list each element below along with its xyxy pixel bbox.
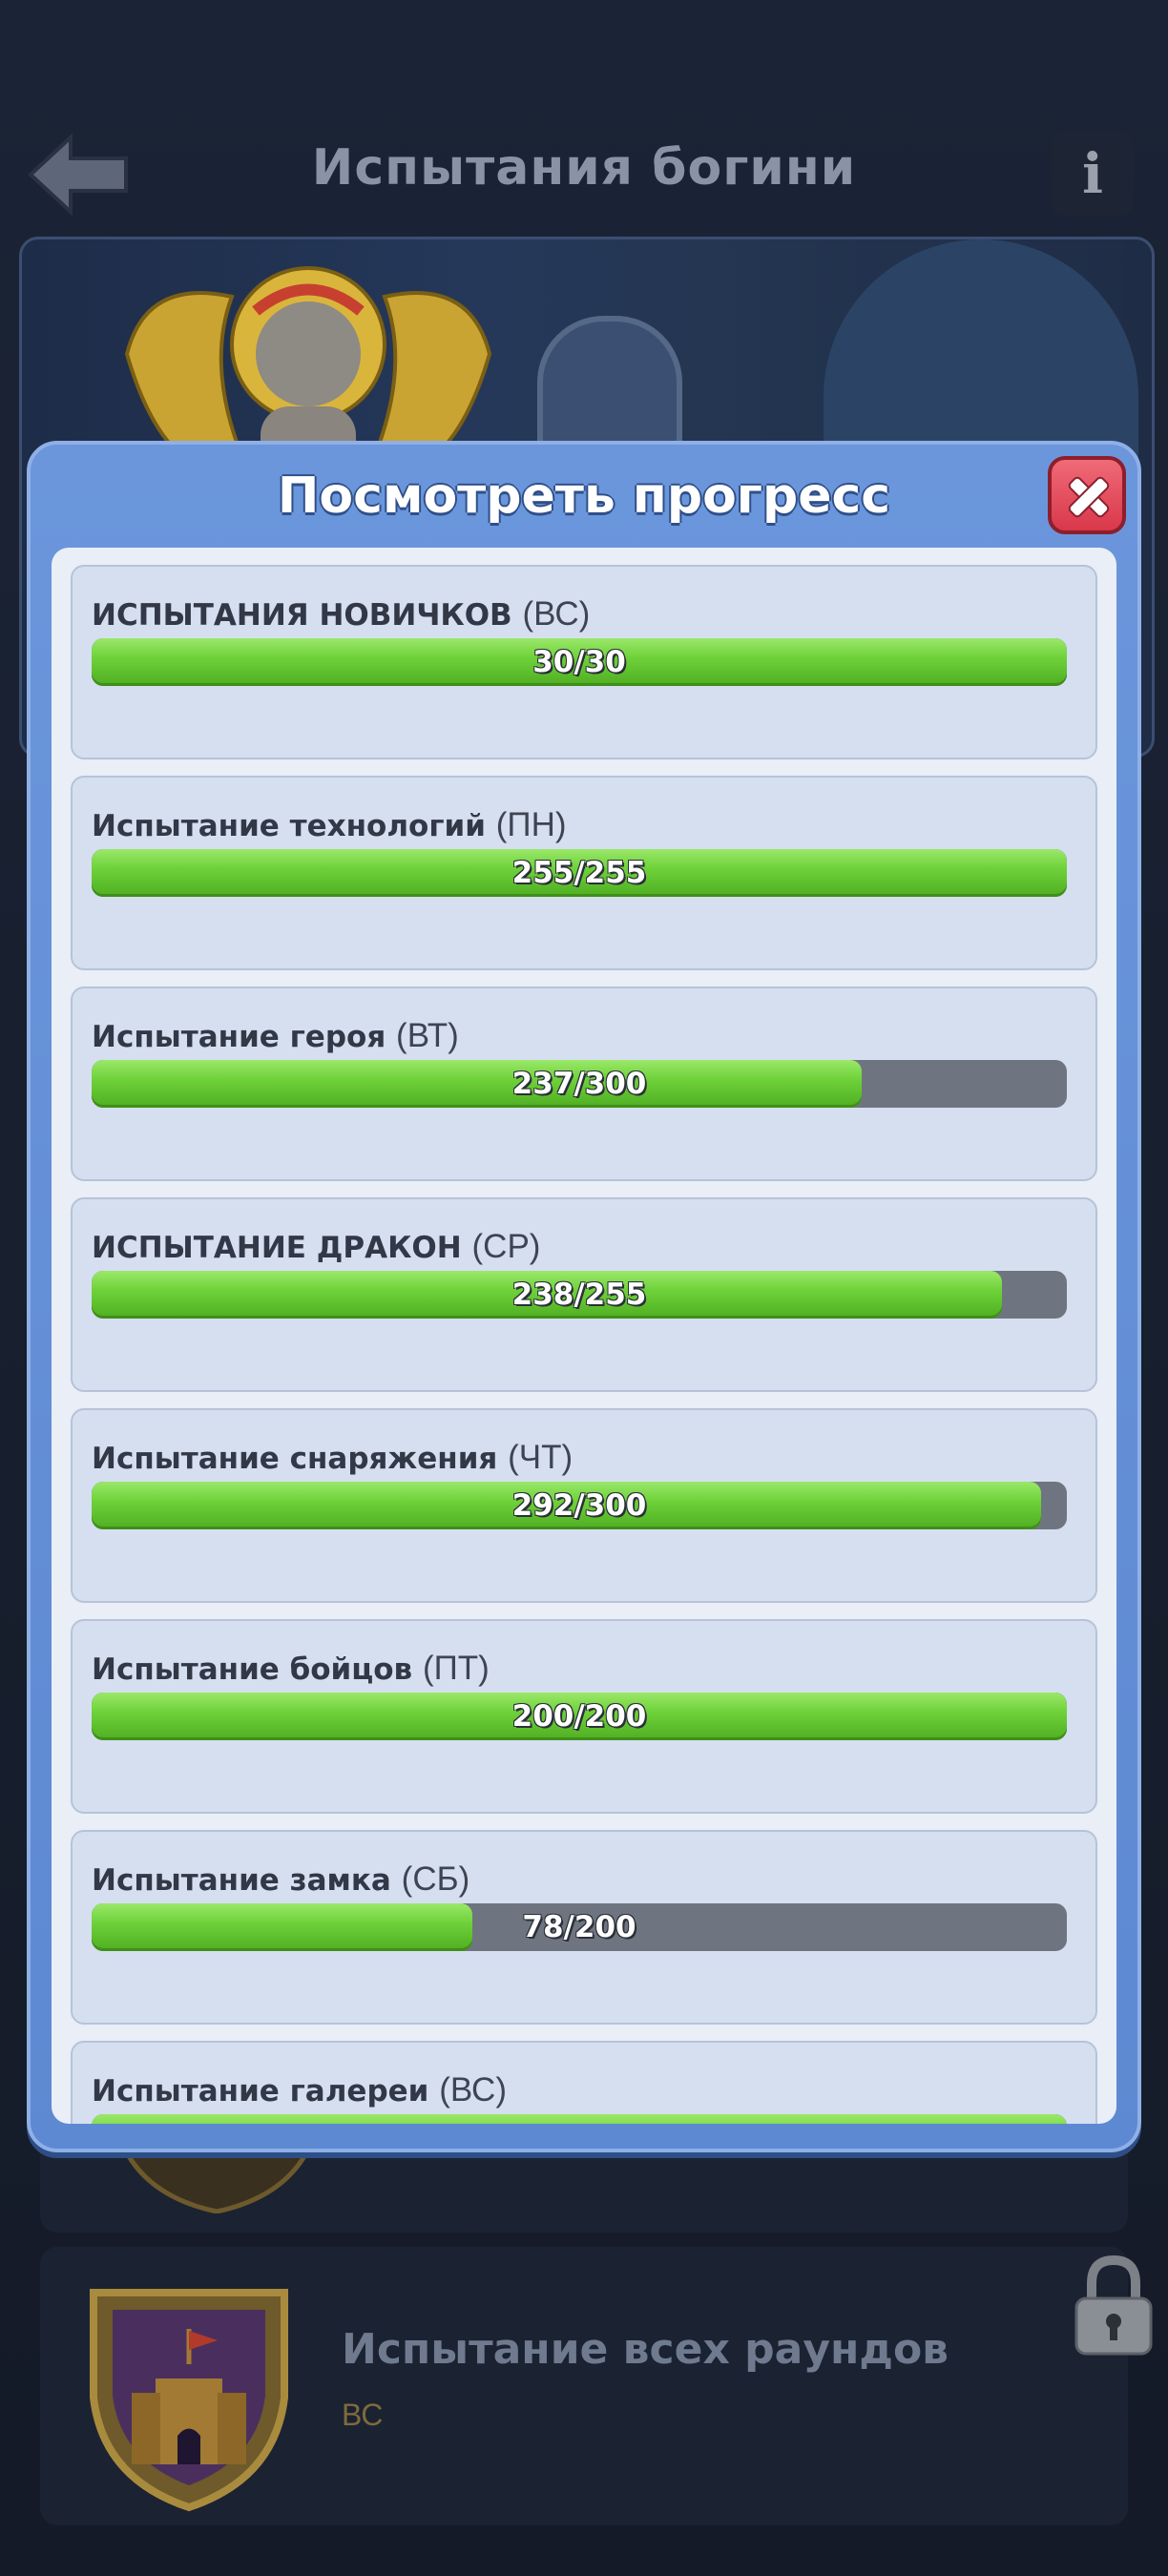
lock-icon bbox=[1074, 2254, 1153, 2356]
top-bar: Испытания богини i bbox=[0, 114, 1168, 239]
item-name: Испытание бойцов bbox=[92, 1652, 413, 1687]
item-day: (ПТ) bbox=[422, 1650, 490, 1687]
progress-text: 30/30 bbox=[532, 645, 626, 679]
progress-bar bbox=[92, 2114, 1067, 2124]
progress-bar: 238/255 bbox=[92, 1271, 1067, 1319]
item-name: Испытание замка bbox=[92, 1863, 391, 1898]
progress-bar: 292/300 bbox=[92, 1482, 1067, 1529]
item-name: Испытание снаряжения bbox=[92, 1442, 498, 1476]
progress-text: 237/300 bbox=[511, 1067, 647, 1101]
item-name: Испытание технологий bbox=[92, 809, 486, 843]
item-name: Испытание галереи bbox=[92, 2074, 429, 2109]
info-icon: i bbox=[1081, 141, 1104, 206]
item-day: (ПН) bbox=[495, 806, 567, 843]
progress-bar: 78/200 bbox=[92, 1903, 1067, 1951]
progress-text: 200/200 bbox=[511, 1699, 647, 1734]
item-day: (ВС) bbox=[439, 2071, 507, 2109]
close-button[interactable] bbox=[1048, 456, 1126, 534]
page-title: Испытания богини bbox=[311, 139, 857, 197]
progress-item: Испытание замка (СБ) 78/200 bbox=[71, 1830, 1097, 2025]
progress-bar: 200/200 bbox=[92, 1693, 1067, 1740]
item-name: ИСПЫТАНИЯ НОВИЧКОВ bbox=[92, 598, 512, 633]
item-name: ИСПЫТАНИЕ ДРАКОН bbox=[92, 1231, 462, 1265]
card-day: ВС bbox=[342, 2398, 384, 2432]
progress-bar: 237/300 bbox=[92, 1060, 1067, 1108]
progress-bar: 255/255 bbox=[92, 849, 1067, 897]
progress-item: ИСПЫТАНИЯ НОВИЧКОВ (ВС) 30/30 bbox=[71, 565, 1097, 759]
progress-modal: Посмотреть прогресс ИСПЫТАНИЯ НОВИЧКОВ (… bbox=[27, 441, 1141, 2152]
progress-item: Испытание героя (ВТ) 237/300 bbox=[71, 987, 1097, 1181]
item-day: (ВС) bbox=[522, 595, 591, 633]
castle-shield-icon bbox=[90, 2289, 288, 2512]
item-name: Испытание героя bbox=[92, 1020, 386, 1054]
item-day: (ЧТ) bbox=[508, 1439, 574, 1476]
progress-bar: 30/30 bbox=[92, 638, 1067, 686]
progress-item: Испытание галереи (ВС) bbox=[71, 2041, 1097, 2124]
item-day: (СР) bbox=[471, 1228, 541, 1265]
progress-text: 78/200 bbox=[522, 1910, 636, 1944]
progress-item: Испытание бойцов (ПТ) 200/200 bbox=[71, 1619, 1097, 1814]
progress-list-panel[interactable]: ИСПЫТАНИЯ НОВИЧКОВ (ВС) 30/30 Испытание … bbox=[52, 548, 1116, 2124]
card-title: Испытание всех раундов bbox=[342, 2325, 949, 2374]
progress-text: 292/300 bbox=[511, 1488, 647, 1523]
progress-list: ИСПЫТАНИЯ НОВИЧКОВ (ВС) 30/30 Испытание … bbox=[71, 565, 1097, 2124]
all-rounds-card[interactable]: Испытание всех раундов ВС bbox=[40, 2247, 1153, 2525]
item-day: (СБ) bbox=[401, 1860, 470, 1898]
item-day: (ВТ) bbox=[396, 1017, 459, 1054]
progress-text: 255/255 bbox=[511, 856, 647, 890]
progress-item: Испытание снаряжения (ЧТ) 292/300 bbox=[71, 1408, 1097, 1603]
modal-title: Посмотреть прогресс bbox=[277, 467, 891, 525]
progress-text: 238/255 bbox=[511, 1278, 647, 1312]
progress-item: ИСПЫТАНИЕ ДРАКОН (СР) 238/255 bbox=[71, 1197, 1097, 1392]
info-button[interactable]: i bbox=[1052, 132, 1134, 216]
progress-bar-fill bbox=[92, 2114, 1067, 2124]
progress-item: Испытание технологий (ПН) 255/255 bbox=[71, 776, 1097, 970]
